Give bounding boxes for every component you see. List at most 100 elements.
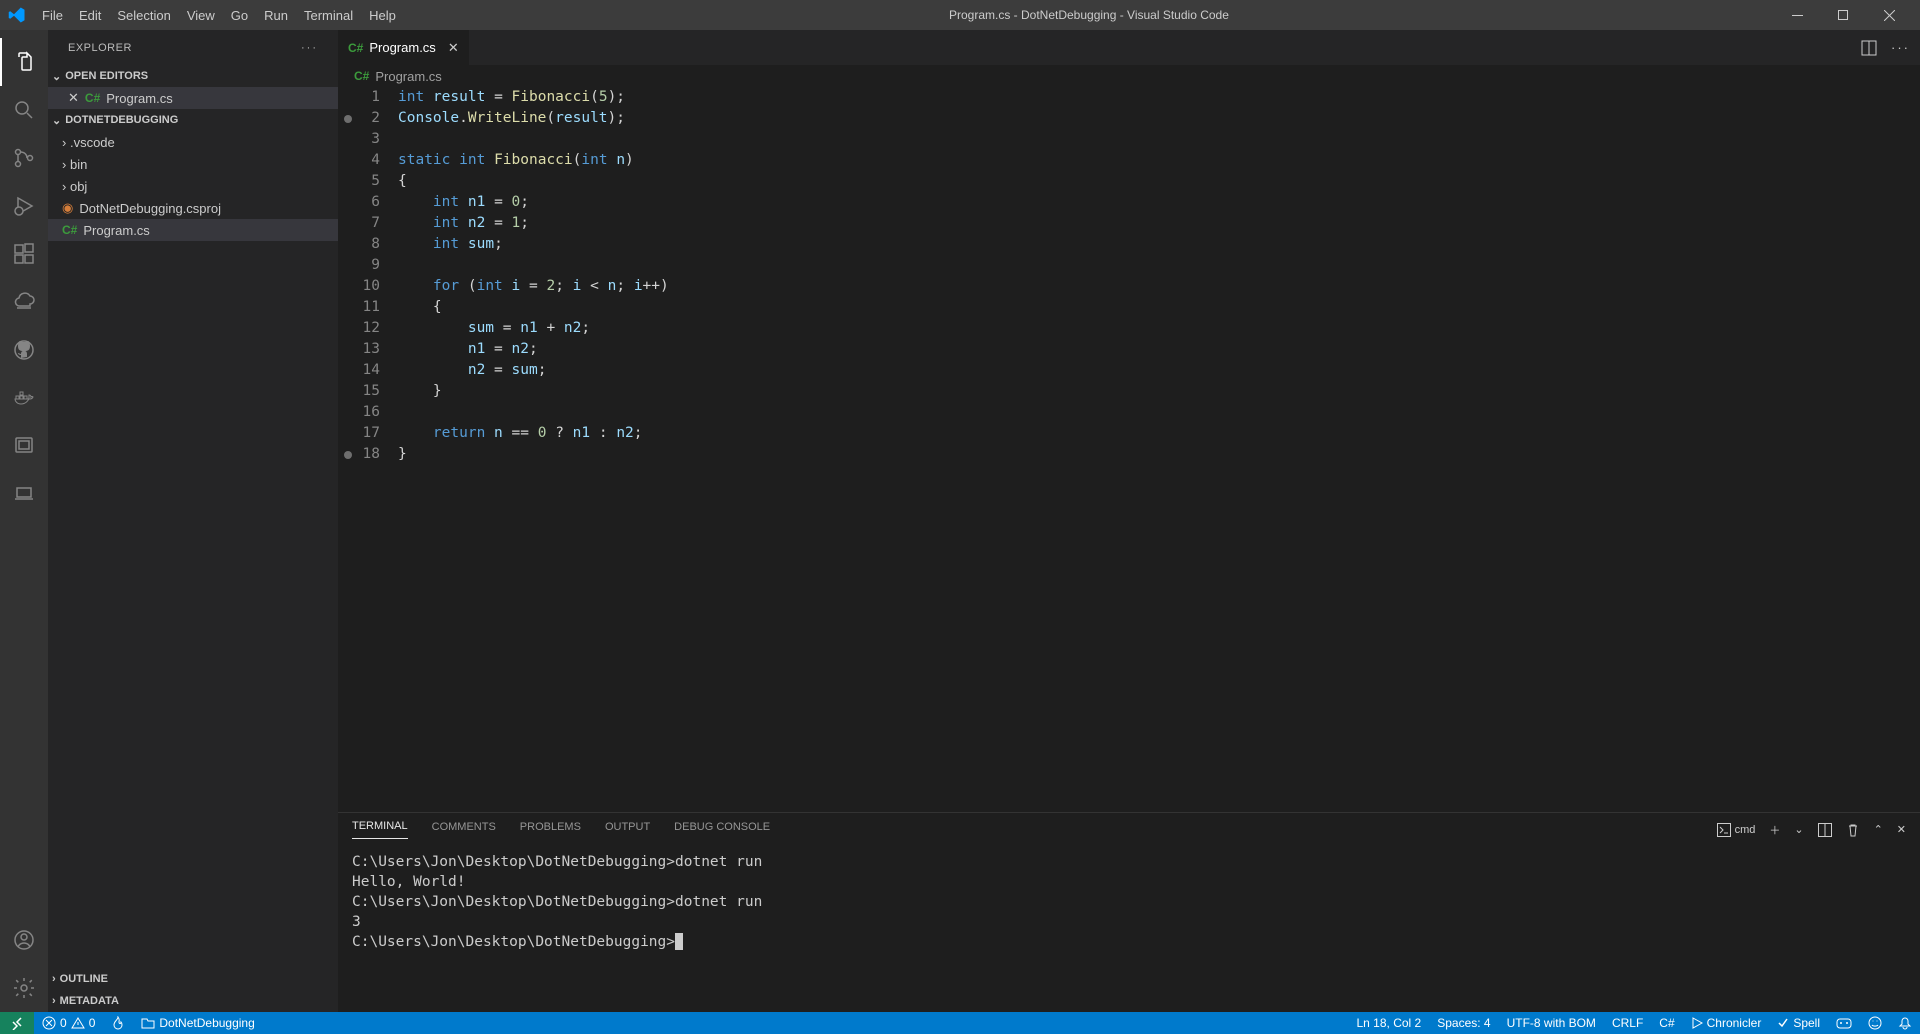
chevron-right-icon: › (52, 995, 56, 1007)
docker-icon[interactable] (0, 374, 48, 422)
csproj-file-icon: ◉ (62, 200, 73, 216)
csharp-file-icon: C# (348, 41, 363, 55)
titlebar: File Edit Selection View Go Run Terminal… (0, 0, 1920, 30)
status-indentation[interactable]: Spaces: 4 (1429, 1012, 1498, 1034)
csharp-file-icon: C# (354, 69, 369, 83)
status-spell[interactable]: Spell (1769, 1012, 1828, 1034)
status-flame[interactable] (103, 1012, 133, 1034)
chevron-right-icon: › (62, 157, 66, 172)
terminal-shell-label[interactable]: cmd (1717, 823, 1756, 837)
more-actions-icon[interactable]: ··· (301, 42, 318, 54)
workspace-section[interactable]: ⌄ DOTNETDEBUGGING (48, 109, 338, 131)
menu-view[interactable]: View (179, 4, 223, 27)
bookmarks-icon[interactable] (0, 422, 48, 470)
open-editor-item[interactable]: ✕ C# Program.cs (48, 87, 338, 109)
menu-help[interactable]: Help (361, 4, 404, 27)
file-program-cs[interactable]: C#Program.cs (48, 219, 338, 241)
status-problems[interactable]: 0 0 (34, 1012, 103, 1034)
menubar: File Edit Selection View Go Run Terminal… (34, 4, 404, 27)
folder-bin[interactable]: › bin (48, 153, 338, 175)
github-icon[interactable] (0, 326, 48, 374)
explorer-view-icon[interactable] (0, 38, 48, 86)
metadata-section[interactable]: ›METADATA (48, 990, 338, 1012)
chevron-right-icon: › (62, 135, 66, 150)
laptop-icon[interactable] (0, 470, 48, 518)
vscode-logo-icon (8, 6, 26, 24)
panel-tab-output[interactable]: OUTPUT (605, 821, 650, 839)
status-cursor-position[interactable]: Ln 18, Col 2 (1349, 1012, 1430, 1034)
file-csproj[interactable]: ◉DotNetDebugging.csproj (48, 197, 338, 219)
close-button[interactable] (1866, 0, 1912, 30)
explorer-title: EXPLORER ··· (48, 30, 338, 65)
error-icon (42, 1016, 56, 1030)
chevron-down-icon: ⌄ (52, 114, 61, 127)
status-folder[interactable]: DotNetDebugging (133, 1012, 262, 1034)
close-tab-icon[interactable]: ✕ (448, 40, 459, 56)
code-editor[interactable]: 123456789101112131415161718 int result =… (338, 87, 1920, 812)
outline-section[interactable]: ›OUTLINE (48, 968, 338, 990)
minimize-button[interactable] (1774, 0, 1820, 30)
check-icon (1777, 1017, 1789, 1029)
smiley-icon (1868, 1016, 1882, 1030)
status-eol[interactable]: CRLF (1604, 1012, 1651, 1034)
terminal-dropdown-icon[interactable]: ⌄ (1794, 823, 1803, 836)
menu-run[interactable]: Run (256, 4, 296, 27)
menu-edit[interactable]: Edit (71, 4, 109, 27)
editor-tabs: C# Program.cs ✕ ··· (338, 30, 1920, 65)
window-controls (1774, 0, 1912, 30)
bottom-panel: TERMINAL COMMENTS PROBLEMS OUTPUT DEBUG … (338, 812, 1920, 1012)
status-copilot[interactable] (1828, 1012, 1860, 1034)
status-feedback[interactable] (1860, 1012, 1890, 1034)
extensions-view-icon[interactable] (0, 230, 48, 278)
status-notifications[interactable] (1890, 1012, 1920, 1034)
folder-vscode[interactable]: › .vscode (48, 131, 338, 153)
run-debug-view-icon[interactable] (0, 182, 48, 230)
search-view-icon[interactable] (0, 86, 48, 134)
split-terminal-icon[interactable] (1818, 823, 1832, 837)
settings-gear-icon[interactable] (0, 964, 48, 1012)
menu-file[interactable]: File (34, 4, 71, 27)
activitybar (0, 30, 48, 1012)
menu-terminal[interactable]: Terminal (296, 4, 361, 27)
panel-tab-problems[interactable]: PROBLEMS (520, 821, 581, 839)
editor-tab-program[interactable]: C# Program.cs ✕ (338, 30, 469, 65)
panel-tab-terminal[interactable]: TERMINAL (352, 820, 408, 839)
bell-icon (1898, 1016, 1912, 1030)
status-encoding[interactable]: UTF-8 with BOM (1499, 1012, 1604, 1034)
close-panel-icon[interactable]: ✕ (1897, 823, 1906, 836)
kill-terminal-icon[interactable] (1846, 823, 1860, 837)
folder-obj[interactable]: › obj (48, 175, 338, 197)
remote-indicator[interactable] (0, 1012, 34, 1034)
chevron-right-icon: › (52, 973, 56, 985)
source-control-view-icon[interactable] (0, 134, 48, 182)
csharp-file-icon: C# (85, 91, 100, 105)
split-editor-icon[interactable] (1861, 40, 1877, 56)
flame-icon (111, 1016, 125, 1030)
copilot-icon (1836, 1016, 1852, 1030)
more-actions-icon[interactable]: ··· (1891, 40, 1910, 56)
chevron-right-icon: › (62, 179, 66, 194)
maximize-panel-icon[interactable]: ⌃ (1874, 823, 1883, 836)
close-editor-icon[interactable]: ✕ (68, 90, 79, 106)
statusbar: 0 0 DotNetDebugging Ln 18, Col 2 Spaces:… (0, 1012, 1920, 1034)
status-language[interactable]: C# (1651, 1012, 1682, 1034)
new-terminal-icon[interactable]: ＋ (1769, 822, 1780, 838)
play-icon (1691, 1017, 1703, 1029)
menu-selection[interactable]: Selection (109, 4, 178, 27)
panel-tab-comments[interactable]: COMMENTS (432, 821, 496, 839)
window-title: Program.cs - DotNetDebugging - Visual St… (404, 8, 1774, 22)
folder-icon (141, 1016, 155, 1030)
menu-go[interactable]: Go (223, 4, 256, 27)
breadcrumb[interactable]: C# Program.cs (338, 65, 1920, 87)
panel-tab-debug-console[interactable]: DEBUG CONSOLE (674, 821, 770, 839)
terminal-output[interactable]: C:\Users\Jon\Desktop\DotNetDebugging>dot… (338, 846, 1920, 1012)
cloud-icon[interactable] (0, 278, 48, 326)
panel-tabs: TERMINAL COMMENTS PROBLEMS OUTPUT DEBUG … (338, 813, 1920, 846)
open-editors-section[interactable]: ⌄ OPEN EDITORS (48, 65, 338, 87)
chevron-down-icon: ⌄ (52, 70, 61, 83)
accounts-icon[interactable] (0, 916, 48, 964)
explorer-sidebar: EXPLORER ··· ⌄ OPEN EDITORS ✕ C# Program… (48, 30, 338, 1012)
maximize-button[interactable] (1820, 0, 1866, 30)
editor-area: C# Program.cs ✕ ··· C# Program.cs 123456… (338, 30, 1920, 1012)
status-chronicler[interactable]: Chronicler (1683, 1012, 1770, 1034)
